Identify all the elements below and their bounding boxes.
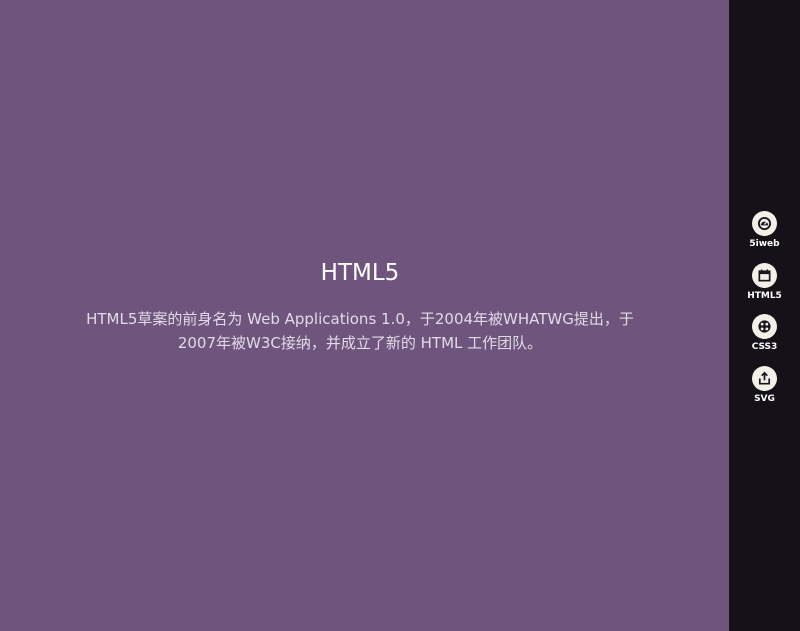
nav-label: 5iweb xyxy=(749,239,780,249)
sidebar-nav: 5iweb HTML5 CSS3 SVG xyxy=(729,0,800,631)
page: HTML5 HTML5草案的前身名为 Web Applications 1.0，… xyxy=(0,0,800,631)
nav-label: CSS3 xyxy=(751,342,778,352)
nav-item-5iweb[interactable]: 5iweb xyxy=(729,211,800,259)
main-section: HTML5 HTML5草案的前身名为 Web Applications 1.0，… xyxy=(0,0,729,631)
section-title: HTML5 xyxy=(320,260,400,286)
nav-label: SVG xyxy=(754,394,775,404)
share-icon xyxy=(752,366,777,391)
section-description: HTML5草案的前身名为 Web Applications 1.0，于2004年… xyxy=(86,310,634,352)
nav-item-svg[interactable]: SVG xyxy=(729,366,800,414)
calendar-icon xyxy=(752,263,777,288)
nav-item-html5[interactable]: HTML5 xyxy=(729,263,800,311)
nav-label: HTML5 xyxy=(747,291,782,301)
nav-item-css3[interactable]: CSS3 xyxy=(729,314,800,362)
dots-grid-icon xyxy=(752,314,777,339)
dashboard-icon xyxy=(752,211,777,236)
